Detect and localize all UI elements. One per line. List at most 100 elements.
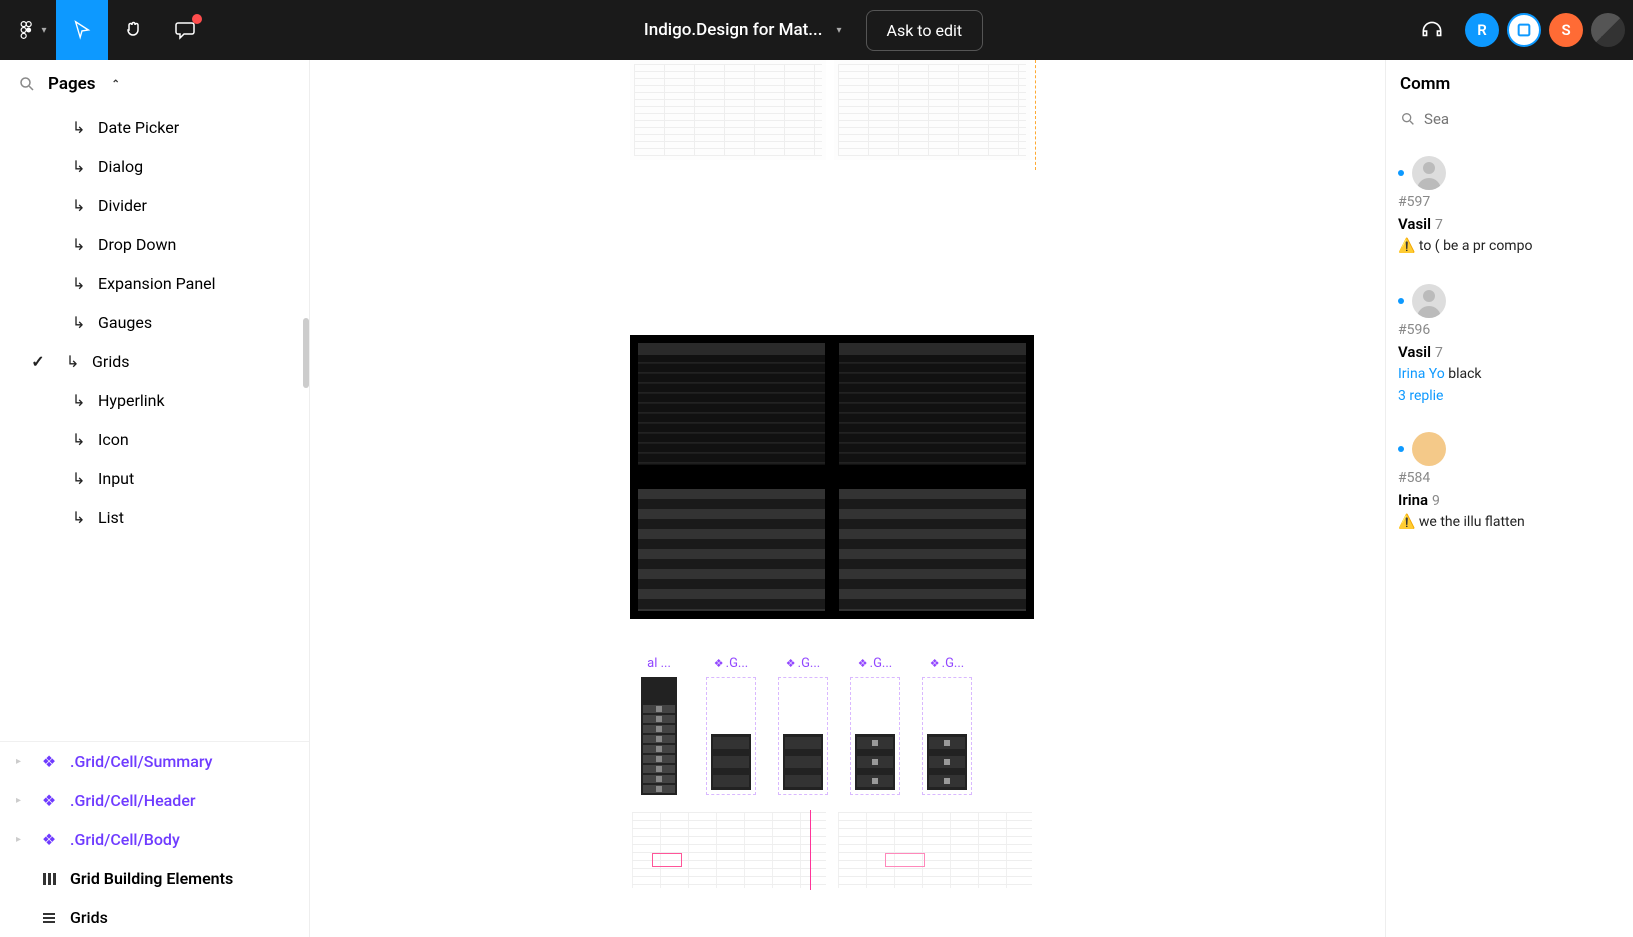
comment-id: #584: [1398, 470, 1621, 486]
ask-to-edit-button[interactable]: Ask to edit: [866, 10, 984, 51]
collaborator-avatars: R S: [1465, 13, 1625, 47]
canvas-grid-dark-cell: [638, 489, 825, 611]
canvas-component-thumb[interactable]: ❖.G...: [846, 656, 904, 795]
page-item[interactable]: ↳ Drop Down: [0, 225, 309, 264]
comment-item[interactable]: #596 Vasil 7 Irina Yo black 3 replie: [1398, 270, 1621, 418]
canvas-frame-light-grid[interactable]: [630, 60, 1030, 160]
page-label: List: [98, 508, 124, 527]
canvas-grid-light-cell: [630, 810, 828, 890]
person-icon: [1412, 156, 1446, 190]
page-label: Divider: [98, 196, 147, 215]
unread-dot: [1398, 446, 1404, 452]
canvas-grid-light-cell: [630, 60, 826, 160]
comment-replies-link[interactable]: 3 replie: [1398, 388, 1621, 404]
left-sidebar: Pages ⌃ ↳Date Picker ↳Dialog ↳Divider ↳D…: [0, 60, 310, 937]
comments-panel: Comm #597 Vasil 7 ⚠️ to ( be a pr compo: [1385, 60, 1633, 937]
page-label: Input: [98, 469, 134, 488]
asset-item-frame[interactable]: ▸ Grids: [0, 898, 309, 937]
unread-dot: [1398, 298, 1404, 304]
headset-icon: [1419, 17, 1445, 43]
asset-item-component[interactable]: ▸ ❖ .Grid/Cell/Header: [0, 781, 309, 820]
page-item[interactable]: ↳Expansion Panel: [0, 264, 309, 303]
comment-body: ⚠️ we the illu flatten: [1398, 513, 1621, 532]
page-item[interactable]: ↳Gauges: [0, 303, 309, 342]
pages-label: Pages: [48, 74, 96, 94]
comment-tool-button[interactable]: [160, 0, 212, 60]
avatar: [1412, 156, 1446, 190]
comment-body: ⚠️ to ( be a pr compo: [1398, 237, 1621, 256]
page-label: Dialog: [98, 157, 143, 176]
indent-icon: ↳: [72, 274, 88, 293]
canvas-grid-dark-cell: [839, 489, 1026, 611]
canvas-grid-light-cell: [836, 810, 1034, 890]
pages-header[interactable]: Pages ⌃: [0, 60, 309, 108]
canvas-thumb-preview: [641, 677, 677, 795]
asset-item-component[interactable]: ▸ ❖ .Grid/Cell/Summary: [0, 742, 309, 781]
chevron-down-icon: ▾: [836, 25, 841, 36]
comment-time: 9: [1432, 493, 1440, 509]
component-icon: ❖: [40, 753, 58, 771]
page-item[interactable]: ↳Hyperlink: [0, 381, 309, 420]
page-label: Grids: [92, 352, 130, 371]
comments-heading: Comm: [1386, 60, 1633, 102]
unread-dot: [1398, 170, 1404, 176]
page-item[interactable]: ↳Divider: [0, 186, 309, 225]
canvas-component-thumb[interactable]: ❖.G...: [774, 656, 832, 795]
figma-menu-button[interactable]: ▾: [8, 6, 56, 54]
canvas-component-thumb[interactable]: al ...: [630, 656, 688, 795]
canvas-frame-bottom-grid[interactable]: [630, 810, 1034, 890]
comment-list[interactable]: #597 Vasil 7 ⚠️ to ( be a pr compo #596 …: [1386, 142, 1633, 937]
indent-icon: ↳: [72, 469, 88, 488]
design-canvas[interactable]: al ... ❖.G... ❖.G...: [310, 60, 1385, 937]
canvas-component-thumb[interactable]: ❖.G...: [702, 656, 760, 795]
comment-item[interactable]: #584 Irina 9 ⚠️ we the illu flatten: [1398, 418, 1621, 546]
canvas-component-label: ❖.G...: [786, 656, 820, 671]
canvas-inner: al ... ❖.G... ❖.G...: [310, 60, 1385, 937]
hand-tool-button[interactable]: [108, 0, 160, 60]
comment-time: 7: [1435, 345, 1443, 361]
assets-list: ▸ ❖ .Grid/Cell/Summary ▸ ❖ .Grid/Cell/He…: [0, 741, 309, 937]
comment-item[interactable]: #597 Vasil 7 ⚠️ to ( be a pr compo: [1398, 142, 1621, 270]
canvas-grid-light-cell: [834, 60, 1030, 160]
avatar[interactable]: S: [1549, 13, 1583, 47]
comments-search-input[interactable]: [1424, 110, 1619, 128]
notification-dot: [192, 14, 202, 24]
canvas-thumb-preview: [922, 677, 972, 795]
canvas-component-row: al ... ❖.G... ❖.G...: [630, 656, 976, 795]
component-icon: ❖: [40, 831, 58, 849]
selection-edge: [810, 810, 811, 890]
avatar[interactable]: [1591, 13, 1625, 47]
figma-logo-icon: [17, 20, 37, 40]
page-item[interactable]: ↳ List: [0, 498, 309, 537]
indent-icon: ↳: [72, 235, 88, 254]
pages-list[interactable]: ↳Date Picker ↳Dialog ↳Divider ↳Drop Down…: [0, 108, 309, 741]
move-tool-button[interactable]: [56, 0, 108, 60]
canvas-component-thumb[interactable]: ❖.G...: [918, 656, 976, 795]
mention[interactable]: Irina Yo: [1398, 366, 1445, 382]
scrollbar-thumb[interactable]: [303, 318, 309, 388]
comments-search[interactable]: [1386, 102, 1633, 142]
avatar[interactable]: R: [1465, 13, 1499, 47]
indent-icon: ↳: [72, 430, 88, 449]
asset-item-component[interactable]: ▸ ❖ .Grid/Cell/Body: [0, 820, 309, 859]
asset-label: .Grid/Cell/Summary: [70, 752, 212, 771]
asset-item-frame[interactable]: ▸ Grid Building Elements: [0, 859, 309, 898]
page-item-selected[interactable]: ↳ Grids: [0, 342, 309, 381]
page-label: Drop Down: [98, 235, 176, 254]
selection-box: [652, 853, 682, 867]
page-label: Gauges: [98, 313, 152, 332]
page-item[interactable]: ↳Dialog: [0, 147, 309, 186]
search-icon: [18, 75, 36, 93]
canvas-component-label: ❖.G...: [930, 656, 964, 671]
huddle-button[interactable]: [1415, 13, 1449, 47]
chevron-up-icon: ⌃: [112, 79, 120, 90]
avatar[interactable]: [1507, 13, 1541, 47]
page-item[interactable]: ↳ Input: [0, 459, 309, 498]
document-title-wrap[interactable]: Indigo.Design for Mat... ▾: [644, 20, 842, 40]
page-item[interactable]: ↳Icon: [0, 420, 309, 459]
page-item[interactable]: ↳Date Picker: [0, 108, 309, 147]
indent-icon: ↳: [72, 508, 88, 527]
guide-line[interactable]: [1035, 60, 1036, 170]
canvas-frame-dark-grid[interactable]: [630, 335, 1034, 619]
avatar: [1412, 432, 1446, 466]
